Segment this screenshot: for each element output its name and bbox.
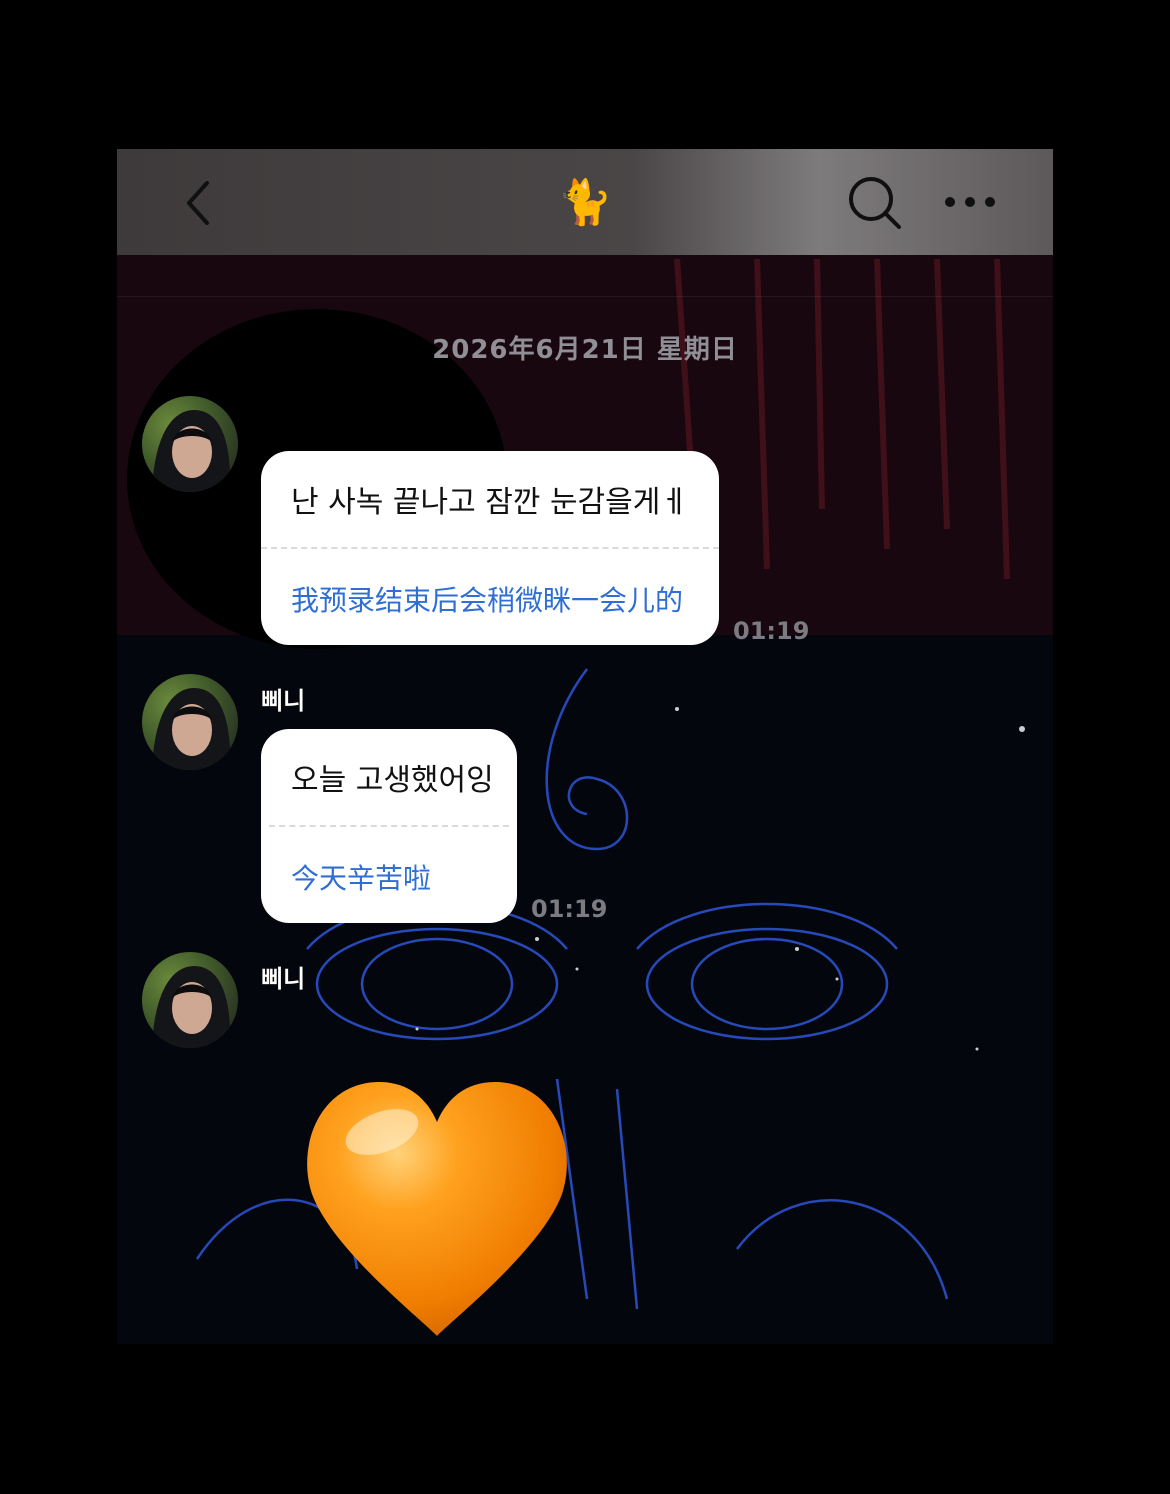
- back-button[interactable]: [179, 179, 219, 227]
- avatar[interactable]: [142, 674, 238, 770]
- avatar-portrait: [152, 966, 231, 1048]
- search-icon: [849, 177, 901, 229]
- more-horizontal-icon: [945, 197, 995, 207]
- header-divider: [117, 296, 1053, 297]
- search-button[interactable]: [847, 175, 903, 231]
- avatar[interactable]: [142, 952, 238, 1048]
- message-time: 01:19: [733, 617, 810, 645]
- sender-name: 삐니: [261, 687, 306, 715]
- orange-heart-emoji[interactable]: [302, 1074, 572, 1344]
- avatar-portrait: [152, 688, 231, 770]
- chat-header: 🐈: [117, 149, 1053, 255]
- message-bubble[interactable]: 오늘 고생했어잉 今天辛苦啦: [261, 729, 517, 923]
- message-translation: 我预录结束后会稍微眯一会儿的: [291, 584, 684, 617]
- chat-screen: 🐈 2026年6月21日 星期日 난 사녹 끝나고 잠깐 눈감을게ㅔ 我预录结束…: [117, 149, 1053, 1344]
- message-text-korean: 난 사녹 끝나고 잠깐 눈감을게ㅔ: [291, 485, 688, 520]
- chat-title-cat-emoji: 🐈: [557, 177, 613, 228]
- avatar[interactable]: [142, 396, 238, 492]
- message-bubble[interactable]: 난 사녹 끝나고 잠깐 눈감을게ㅔ 我预录结束后会稍微眯一会儿的: [261, 451, 719, 645]
- date-separator: 2026年6月21日 星期日: [432, 335, 738, 365]
- translation-divider: [261, 547, 719, 549]
- message-text-korean: 오늘 고생했어잉: [291, 763, 494, 798]
- translation-divider: [269, 825, 509, 827]
- avatar-portrait: [152, 410, 231, 492]
- message-time: 01:19: [531, 895, 608, 923]
- chevron-left-icon: [187, 181, 209, 225]
- sender-name: 삐니: [261, 965, 306, 993]
- message-translation: 今天辛苦啦: [291, 862, 432, 895]
- more-button[interactable]: [942, 187, 998, 217]
